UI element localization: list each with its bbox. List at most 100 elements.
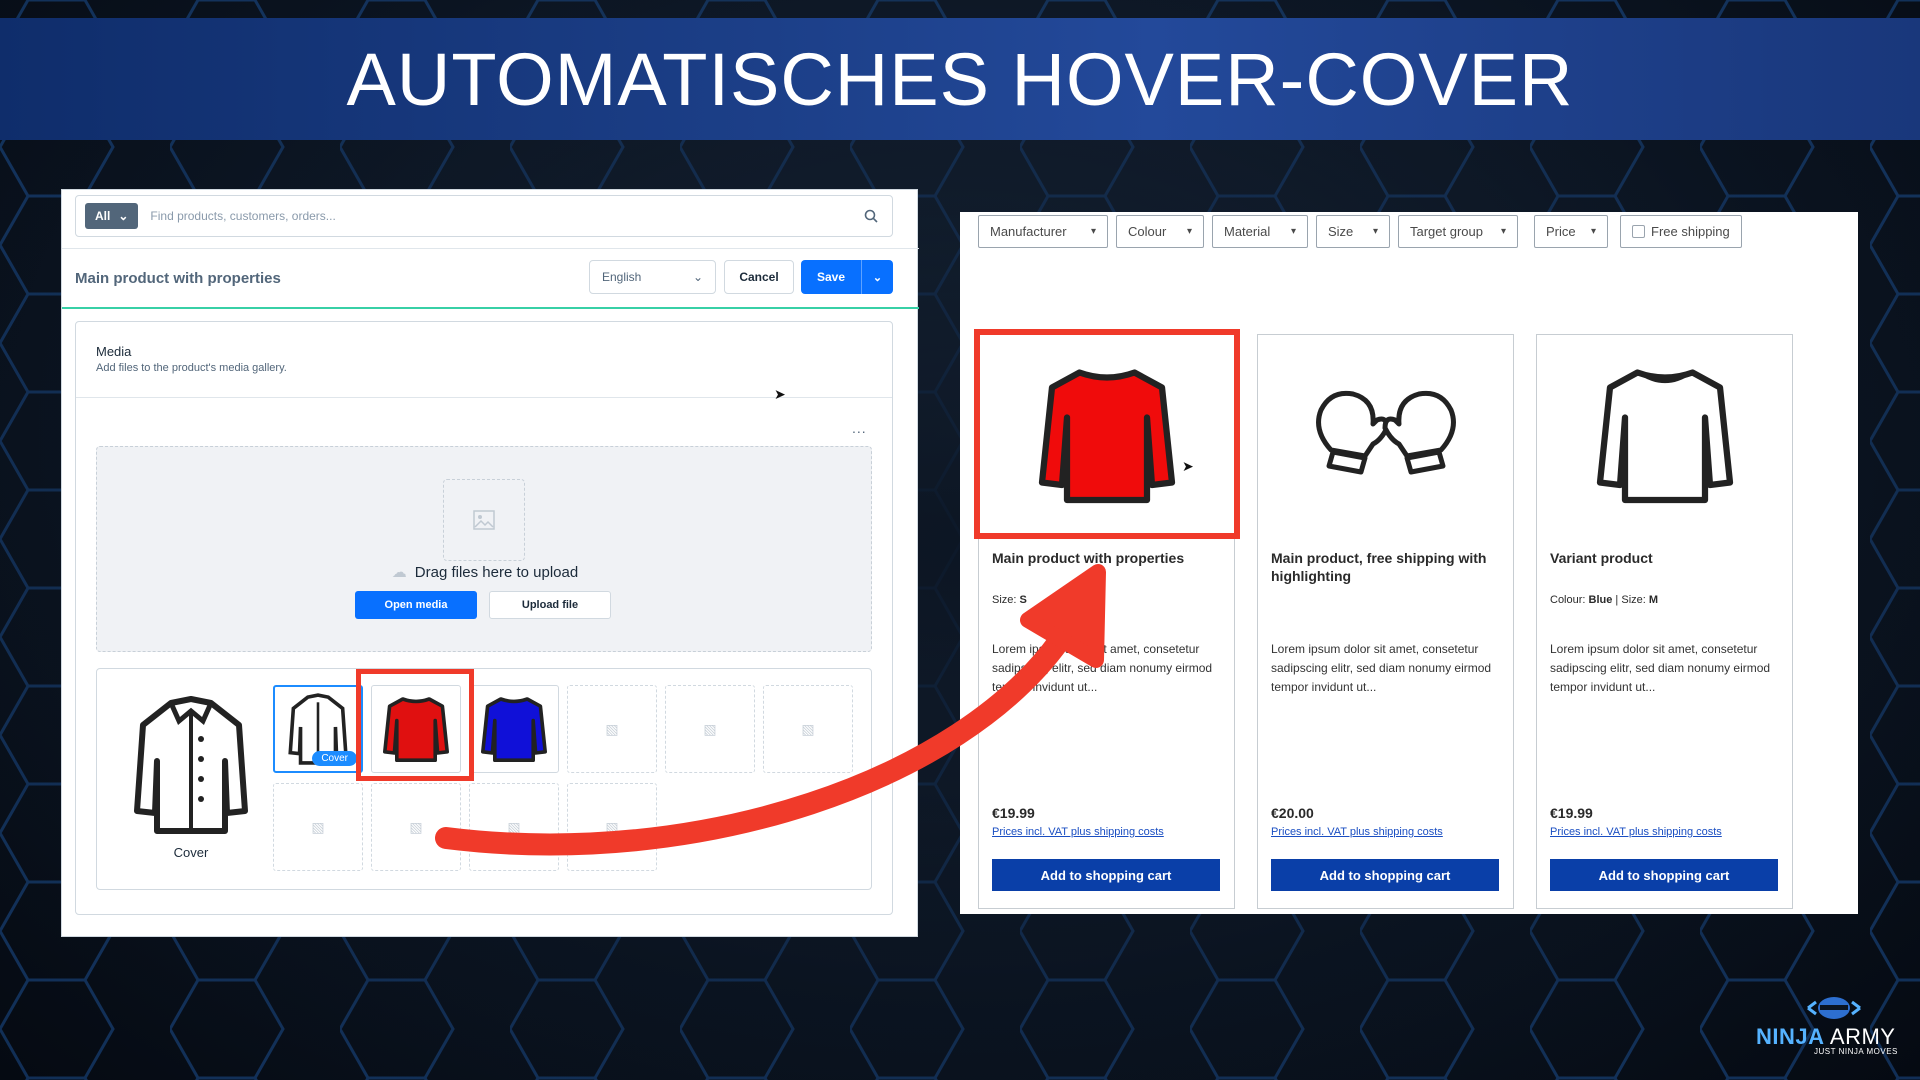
media-thumb-empty[interactable]: ▧ xyxy=(763,685,853,773)
media-thumb-empty[interactable]: ▧ xyxy=(273,783,363,871)
add-to-cart-button[interactable]: Add to shopping cart xyxy=(1550,859,1778,891)
filter-label: Target group xyxy=(1410,224,1483,239)
logo-tagline: JUST NINJA MOVES xyxy=(1814,1047,1898,1056)
chevron-down-icon: ⌄ xyxy=(118,209,129,223)
chevron-down-icon: ⌄ xyxy=(692,270,703,284)
filter-label: Size xyxy=(1328,224,1354,239)
image-placeholder-icon: ▧ xyxy=(507,818,521,835)
more-options-icon[interactable]: ... xyxy=(852,420,867,436)
filter-target-group[interactable]: Target group ▾ xyxy=(1398,215,1518,248)
page-title: Main product with properties xyxy=(75,270,281,287)
filter-free-shipping[interactable]: Free shipping xyxy=(1620,215,1742,248)
admin-panel: All ⌄ Find products, customers, orders..… xyxy=(61,189,919,937)
media-thumb-blue[interactable] xyxy=(469,685,559,773)
add-to-cart-button[interactable]: Add to shopping cart xyxy=(1271,859,1499,891)
filter-manufacturer[interactable]: Manufacturer ▾ xyxy=(978,215,1108,248)
product-image[interactable] xyxy=(1258,335,1513,535)
language-value: English xyxy=(602,270,642,284)
mittens-icon xyxy=(1315,390,1456,475)
search-input[interactable]: Find products, customers, orders... xyxy=(150,209,864,223)
banner-title: AUTOMATISCHES HOVER-COVER xyxy=(346,37,1574,121)
divider xyxy=(76,397,892,398)
filter-label: Price xyxy=(1546,224,1576,239)
image-placeholder-icon: ▧ xyxy=(605,818,619,835)
variant-colour-value: Blue xyxy=(1588,594,1613,606)
media-title: Media xyxy=(96,344,132,359)
save-button[interactable]: Save ⌄ xyxy=(801,260,893,294)
variant-colour-label: Colour: xyxy=(1550,594,1589,606)
product-image[interactable] xyxy=(1537,335,1792,535)
filter-colour[interactable]: Colour ▾ xyxy=(1116,215,1204,248)
product-description: Lorem ipsum dolor sit amet, consetetur s… xyxy=(1271,642,1492,694)
filter-label: Free shipping xyxy=(1651,224,1730,239)
product-price: €20.00 xyxy=(1271,805,1314,821)
variant-size-value: M xyxy=(1648,594,1659,606)
product-name[interactable]: Variant product xyxy=(1550,549,1780,567)
search-icon[interactable] xyxy=(864,209,878,223)
media-thumb-empty[interactable]: ▧ xyxy=(567,783,657,871)
logo-ninja: NINJA xyxy=(1756,1024,1825,1049)
media-thumb-empty[interactable]: ▧ xyxy=(469,783,559,871)
filter-label: Material xyxy=(1224,224,1271,239)
add-to-cart-button[interactable]: Add to shopping cart xyxy=(992,859,1220,891)
mouse-cursor-icon: ➤ xyxy=(1182,458,1194,474)
save-options-chevron-icon[interactable]: ⌄ xyxy=(862,271,893,284)
product-card[interactable]: Variant product Colour: Blue | Size: M L… xyxy=(1536,334,1793,909)
title-banner: AUTOMATISCHES HOVER-COVER xyxy=(0,18,1920,140)
image-placeholder-icon xyxy=(443,479,525,561)
global-search[interactable]: All ⌄ Find products, customers, orders..… xyxy=(75,195,893,237)
product-variant: Colour: Blue | Size: M xyxy=(1550,594,1659,606)
filter-label: Colour xyxy=(1128,224,1167,239)
ninja-army-logo: NINJA ARMY JUST NINJA MOVES xyxy=(1756,992,1916,1058)
checkbox[interactable] xyxy=(1632,225,1645,238)
product-price: €19.99 xyxy=(992,805,1035,821)
product-name[interactable]: Main product, free shipping with highlig… xyxy=(1271,549,1501,585)
search-scope-select[interactable]: All ⌄ xyxy=(85,203,139,229)
dropzone-label: Drag files here to upload xyxy=(414,564,579,581)
media-subtitle: Add files to the product's media gallery… xyxy=(96,362,287,374)
cancel-button[interactable]: Cancel xyxy=(724,260,794,294)
media-thumb-empty[interactable]: ▧ xyxy=(371,783,461,871)
storefront-panel: Manufacturer ▾ Colour ▾ Material ▾ Size ▾ Ta… xyxy=(960,212,1858,914)
media-dropzone[interactable]: ☁ Drag files here to upload Open media Up… xyxy=(96,446,872,652)
language-select[interactable]: English ⌄ xyxy=(589,260,716,294)
accent-line xyxy=(62,307,919,309)
sweater-outline-icon xyxy=(1596,369,1733,504)
chevron-down-icon: ▾ xyxy=(1500,226,1506,237)
product-price: €19.99 xyxy=(1550,805,1593,821)
product-card[interactable]: Main product, free shipping with highlig… xyxy=(1257,334,1514,909)
chevron-down-icon: ▾ xyxy=(1090,226,1096,237)
image-placeholder-icon: ▧ xyxy=(801,720,815,737)
blue-sweater-icon xyxy=(481,697,547,762)
image-placeholder-icon: ▧ xyxy=(703,720,717,737)
media-gallery: Cover Cover ▧ ▧ ▧ ▧ ▧ ▧ ▧ xyxy=(96,668,872,890)
filter-material[interactable]: Material ▾ xyxy=(1212,215,1308,248)
ninja-mask-icon xyxy=(1807,997,1861,1019)
product-description: Lorem ipsum dolor sit amet, consetetur s… xyxy=(992,642,1213,694)
mouse-cursor-icon: ➤ xyxy=(774,386,786,402)
media-thumb-cover[interactable]: Cover xyxy=(273,685,363,773)
product-description: Lorem ipsum dolor sit amet, consetetur s… xyxy=(1550,642,1771,694)
cover-badge: Cover xyxy=(312,751,357,766)
media-thumb-empty[interactable]: ▧ xyxy=(567,685,657,773)
vat-link[interactable]: Prices incl. VAT plus shipping costs xyxy=(1550,826,1722,838)
chevron-down-icon: ▾ xyxy=(1372,226,1378,237)
dropzone-text: ☁ Drag files here to upload xyxy=(97,563,873,581)
media-card: Media Add files to the product's media g… xyxy=(75,321,893,915)
highlight-box-thumbnail xyxy=(356,669,474,781)
filter-price[interactable]: Price ▾ xyxy=(1534,215,1608,248)
variant-label: Size: xyxy=(992,594,1020,606)
variant-value: S xyxy=(1019,594,1027,606)
product-variant: Size: S xyxy=(992,594,1027,606)
media-thumb-empty[interactable]: ▧ xyxy=(665,685,755,773)
vat-link[interactable]: Prices incl. VAT plus shipping costs xyxy=(1271,826,1443,838)
filter-size[interactable]: Size ▾ xyxy=(1316,215,1390,248)
search-scope-label: All xyxy=(95,209,111,223)
image-placeholder-icon: ▧ xyxy=(605,720,619,737)
product-name[interactable]: Main product with properties xyxy=(992,549,1222,567)
image-placeholder-icon: ▧ xyxy=(409,818,423,835)
vat-link[interactable]: Prices incl. VAT plus shipping costs xyxy=(992,826,1164,838)
chevron-down-icon: ▾ xyxy=(1590,226,1596,237)
upload-file-button[interactable]: Upload file xyxy=(489,591,611,619)
open-media-button[interactable]: Open media xyxy=(355,591,477,619)
